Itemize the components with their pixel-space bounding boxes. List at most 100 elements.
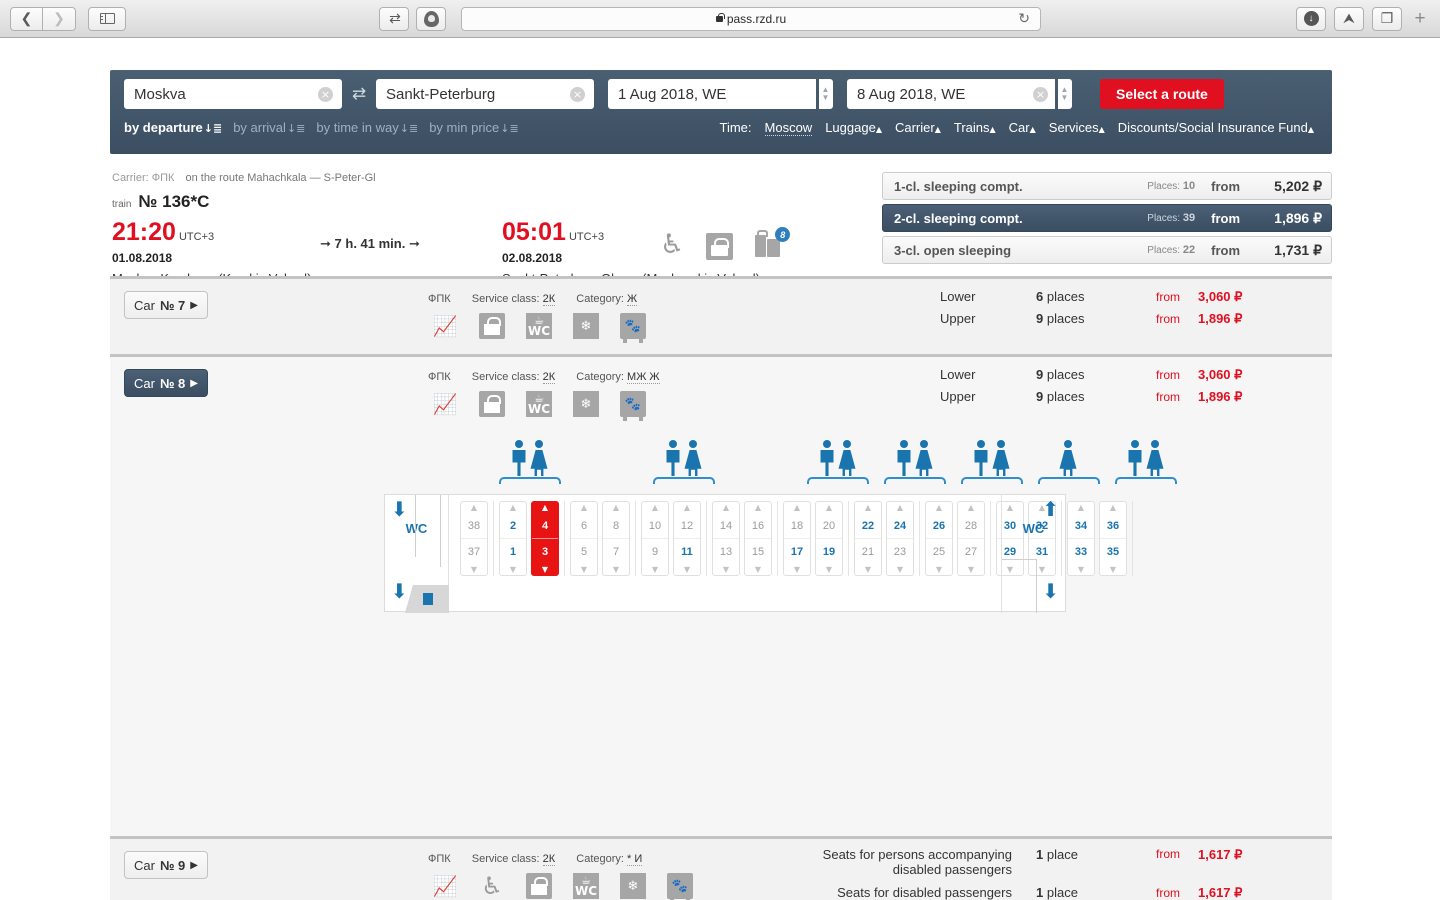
search-panel: Moskva × ⇄ Sankt-Peterburg × 1 Aug 2018,… <box>110 70 1332 154</box>
shield-button[interactable] <box>416 6 446 31</box>
date-back-stepper[interactable]: ▲ ▼ <box>1058 79 1072 109</box>
filter-discounts[interactable]: Discounts/Social Insurance Fund▲ <box>1118 120 1314 135</box>
seat-upper[interactable]: 22 <box>855 513 881 538</box>
seat-pair[interactable]: ▲ 22 21 ▼ <box>854 501 882 576</box>
filter-car[interactable]: Car▲ <box>1009 120 1036 135</box>
seat-pair[interactable]: ▲ 6 5 ▼ <box>570 501 598 576</box>
share-icon: ⮝ <box>1343 10 1355 26</box>
seat-pair[interactable]: ▲ 36 35 ▼ <box>1099 501 1127 576</box>
select-route-button[interactable]: Select a route <box>1100 79 1224 109</box>
filter-luggage[interactable]: Luggage▲ <box>825 120 882 135</box>
seat-up-arrow-icon: ▲ <box>612 503 620 512</box>
seat-up-arrow-icon: ▲ <box>935 503 943 512</box>
female-icon <box>1059 440 1077 476</box>
class-places-count: 39 <box>1182 212 1196 224</box>
seat-pair[interactable]: ▲ 12 11 ▼ <box>673 501 701 576</box>
seat-up-arrow-icon: ▲ <box>722 503 730 512</box>
date-back-field[interactable]: 8 Aug 2018, WE × <box>847 79 1055 109</box>
sort-by-time-in-way[interactable]: by time in way↓≣ <box>316 120 418 135</box>
seat-upper[interactable]: 34 <box>1068 513 1094 538</box>
search-fields-row: Moskva × ⇄ Sankt-Peterburg × 1 Aug 2018,… <box>110 70 1332 109</box>
car-button-9a[interactable]: Car № 9 ▶ <box>124 851 208 879</box>
service-class-value[interactable]: 2К <box>542 293 556 306</box>
seat-up-arrow-icon: ▲ <box>864 503 872 512</box>
time-filter-value[interactable]: Moscow <box>764 120 813 136</box>
seat-up-arrow-icon: ▲ <box>683 503 691 512</box>
seat-pair[interactable]: ▲ 28 27 ▼ <box>957 501 985 576</box>
seat-lower[interactable]: 1 <box>500 539 526 564</box>
seat-upper[interactable]: 36 <box>1100 513 1126 538</box>
filter-carrier[interactable]: Carrier▲ <box>895 120 941 135</box>
filter-trains[interactable]: Trains▲ <box>954 120 996 135</box>
category-value[interactable]: Ж <box>627 293 638 306</box>
new-tab-button[interactable]: + <box>1410 7 1430 31</box>
address-bar[interactable]: pass.rzd.ru ↻ <box>461 6 1041 31</box>
seat-pair[interactable]: ▲ 8 7 ▼ <box>602 501 630 576</box>
category-value[interactable]: МЖ Ж <box>627 371 660 384</box>
seat-upper[interactable]: 4 <box>532 513 558 538</box>
swap-stations-button[interactable]: ⇄ <box>342 84 376 104</box>
seat-upper[interactable]: 2 <box>500 513 526 538</box>
car-button-7[interactable]: Car № 7 ▶ <box>124 291 208 319</box>
seat-lower[interactable]: 19 <box>816 539 842 564</box>
clear-origin-icon[interactable]: × <box>318 86 333 102</box>
seat-pair[interactable]: ▲ 20 19 ▼ <box>815 501 843 576</box>
service-class-value[interactable]: 2К <box>542 853 556 866</box>
class-card-2cl[interactable]: 2-cl. sleeping compt. Places: 39 from 1,… <box>882 204 1332 232</box>
seat-pair[interactable]: ▲ 26 25 ▼ <box>925 501 953 576</box>
departure-date: 01.08.2018 <box>112 251 173 265</box>
seat-pair[interactable]: ▲ 14 13 ▼ <box>712 501 740 576</box>
forward-button[interactable]: ❯ <box>43 6 76 31</box>
seat-pair[interactable]: ▲ 2 1 ▼ <box>499 501 527 576</box>
chevron-right-icon: ▶ <box>190 859 198 871</box>
compartment: ▲ 2 1 ▼ ▲ 4 3 ▼ <box>494 501 565 576</box>
service-class-value[interactable]: 2К <box>542 371 556 384</box>
arrow-down-icon: ⬇ <box>1042 579 1059 603</box>
seat-pair[interactable]: ▲ 24 23 ▼ <box>886 501 914 576</box>
car-button-8[interactable]: Car № 8 ▶ <box>124 369 208 397</box>
seat-upper: 8 <box>612 519 620 532</box>
share-arrows-button[interactable]: ⇄ <box>379 6 409 31</box>
sidebar-icon <box>99 13 115 24</box>
date-there-stepper[interactable]: ▲ ▼ <box>819 79 833 109</box>
seat-pair[interactable]: ▲ 38 37 ▼ <box>460 501 488 576</box>
sort-by-arrival[interactable]: by arrival↓≣ <box>233 120 305 135</box>
seat-lower[interactable]: 33 <box>1068 539 1094 564</box>
clear-destination-icon[interactable]: × <box>570 86 585 102</box>
chevron-right-icon: ▶ <box>190 377 198 389</box>
seat-lower: 27 <box>964 545 978 558</box>
filter-services[interactable]: Services▲ <box>1049 120 1105 135</box>
seat-lower[interactable]: 3 <box>532 539 558 564</box>
class-card-3cl[interactable]: 3-cl. open sleeping Places: 22 from 1,73… <box>882 236 1332 264</box>
sort-by-min-price[interactable]: by min price↓≣ <box>429 120 519 135</box>
back-button[interactable]: ❮ <box>10 6 43 31</box>
seat-upper[interactable]: 26 <box>926 513 952 538</box>
date-there-field[interactable]: 1 Aug 2018, WE <box>608 79 816 109</box>
seat-upper[interactable]: 24 <box>887 513 913 538</box>
seat-pair[interactable]: ▲ 34 33 ▼ <box>1067 501 1095 576</box>
car-price-table-8: Lower 9 places from 3,060 ₽ Upper 9 plac… <box>940 367 1270 411</box>
compartment-brace <box>499 477 561 484</box>
seat-lower[interactable]: 35 <box>1100 539 1126 564</box>
sidebar-toggle-button[interactable] <box>88 6 126 31</box>
downloads-button[interactable]: ↓ <box>1296 6 1326 31</box>
sort-label: by time in way <box>316 120 399 135</box>
seat-pair[interactable]: ▲ 16 15 ▼ <box>744 501 772 576</box>
pets-icon: 🐾 <box>620 313 646 343</box>
tabs-button[interactable]: ❐ <box>1372 6 1402 31</box>
class-card-1cl[interactable]: 1-cl. sleeping compt. Places: 10 from 5,… <box>882 172 1332 200</box>
seat-pair[interactable]: ▲ 4 3 ▼ <box>531 501 559 576</box>
train-number[interactable]: № 136*С <box>138 192 209 212</box>
seat-lower[interactable]: 17 <box>784 539 810 564</box>
seat-lower[interactable]: 11 <box>674 539 700 564</box>
clear-date-back-icon[interactable]: × <box>1033 86 1048 102</box>
class-from-label: from <box>1211 210 1240 226</box>
category-value[interactable]: * И <box>627 853 643 866</box>
seat-pair[interactable]: ▲ 18 17 ▼ <box>783 501 811 576</box>
origin-field[interactable]: Moskva × <box>124 79 342 109</box>
destination-field[interactable]: Sankt-Peterburg × <box>376 79 594 109</box>
seat-pair[interactable]: ▲ 10 9 ▼ <box>641 501 669 576</box>
reload-icon[interactable]: ↻ <box>1018 10 1030 27</box>
share-button[interactable]: ⮝ <box>1334 6 1364 31</box>
sort-by-departure[interactable]: by departure↓≣ <box>124 120 222 135</box>
